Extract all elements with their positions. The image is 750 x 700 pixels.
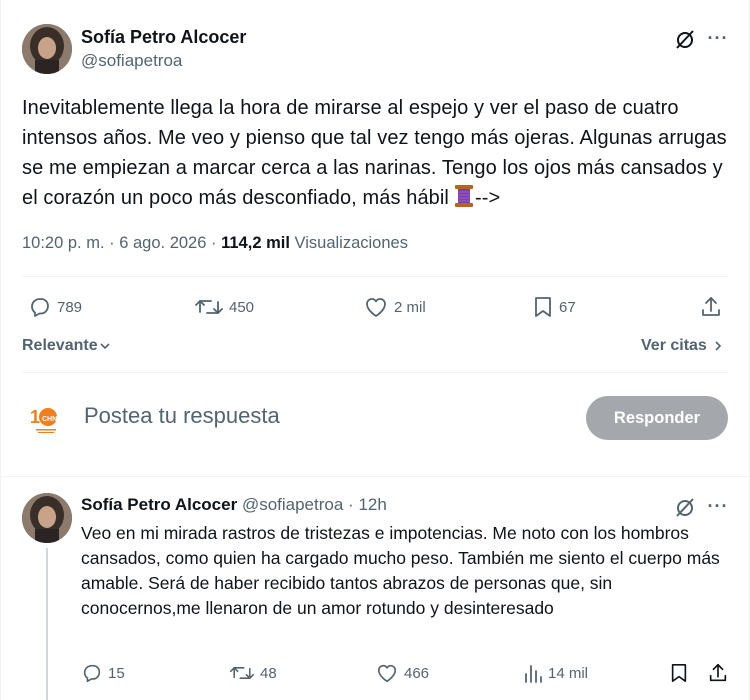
more-icon[interactable]: ··· [704,26,732,50]
reply-count: 789 [57,298,83,316]
reply-icon [83,664,101,683]
repost-action[interactable]: 450 [194,295,254,319]
repost-icon [229,667,255,679]
repost-count: 450 [229,298,255,316]
bookmark-count: 67 [559,298,576,316]
tweet-meta: 10:20 p. m. · 6 ago. 2026 · 114,2 mil Vi… [22,234,408,253]
chevron-down-icon [100,343,110,350]
thread-reply-count: 15 [108,664,125,682]
like-action[interactable]: 2 mil [363,295,426,319]
bookmark-action[interactable]: 67 [532,295,576,319]
more-icon[interactable]: ··· [704,494,732,518]
tweet-detail-page: Sofía Petro Alcocer @sofiapetroa ··· Ine… [0,0,750,700]
share-action[interactable] [699,295,723,319]
share-icon [709,663,727,682]
like-count: 2 mil [394,298,426,316]
thread-views-action[interactable]: 14 mil [523,662,588,684]
tweet-date[interactable]: 6 ago. 2026 [119,234,206,252]
like-icon [366,298,386,317]
tweet-views-count: 114,2 mil [221,234,290,252]
thread-author-name[interactable]: Sofía Petro Alcocer [81,495,237,514]
divider [22,276,728,277]
thread-tweet-text: Veo en mi mirada rastros de tristezas e … [81,523,720,618]
svg-text:CHN: CHN [42,416,57,423]
tweet-text-suffix: --> [474,187,501,209]
share-icon [702,297,720,316]
thread-connector-line [46,548,48,700]
reply-icon [31,298,49,317]
thread-author-avatar[interactable] [22,493,72,543]
chevron-right-icon [715,341,721,351]
divider [22,372,728,373]
thread-like-action[interactable]: 466 [375,662,429,684]
thread-repost-count: 48 [260,664,277,682]
grok-icon[interactable] [672,494,698,520]
thread-share-action[interactable] [707,662,729,684]
reply-submit-button[interactable]: Responder [586,396,728,440]
author-avatar[interactable] [22,24,72,74]
current-user-avatar[interactable]: 1 CHN [24,396,68,440]
thread-reply-action[interactable]: 15 [81,662,125,684]
meta-separator: · [211,234,222,252]
tweet-text-body: Inevitablemente llega la hora de mirarse… [22,97,727,209]
author-name[interactable]: Sofía Petro Alcocer [81,27,246,48]
bookmark-icon [535,297,551,317]
tweet-views-label: Visualizaciones [294,234,408,252]
spool-emoji [453,184,475,208]
sort-label: Relevante [22,337,98,354]
thread-like-count: 466 [404,664,430,682]
tweet-time[interactable]: 10:20 p. m. [22,234,105,252]
grok-icon[interactable] [672,26,698,52]
svg-text:1: 1 [30,407,40,427]
thread-tweet-header: Sofía Petro Alcocer @sofiapetroa · 12h [81,495,387,515]
thread-repost-action[interactable]: 48 [229,662,277,684]
thread-separator: · [348,495,354,514]
sort-dropdown[interactable]: Relevante [22,337,112,355]
meta-separator: · [109,234,120,252]
reply-action[interactable]: 789 [28,295,82,319]
reply-input[interactable]: Postea tu respuesta [84,403,280,429]
thread-author-handle[interactable]: @sofiapetroa [242,495,343,514]
like-icon [377,664,397,683]
thread-views-count: 14 mil [548,664,589,682]
view-quotes-label: Ver citas [641,337,707,354]
repost-icon [195,300,223,314]
bookmark-icon [671,664,687,683]
tweet-text: Inevitablemente llega la hora de mirarse… [22,93,737,213]
thread-age[interactable]: 12h [358,495,386,514]
divider [1,476,750,477]
views-icon [525,665,542,683]
author-handle[interactable]: @sofiapetroa [81,51,182,71]
thread-bookmark-action[interactable] [669,662,689,684]
view-quotes-link[interactable]: Ver citas [641,337,725,355]
